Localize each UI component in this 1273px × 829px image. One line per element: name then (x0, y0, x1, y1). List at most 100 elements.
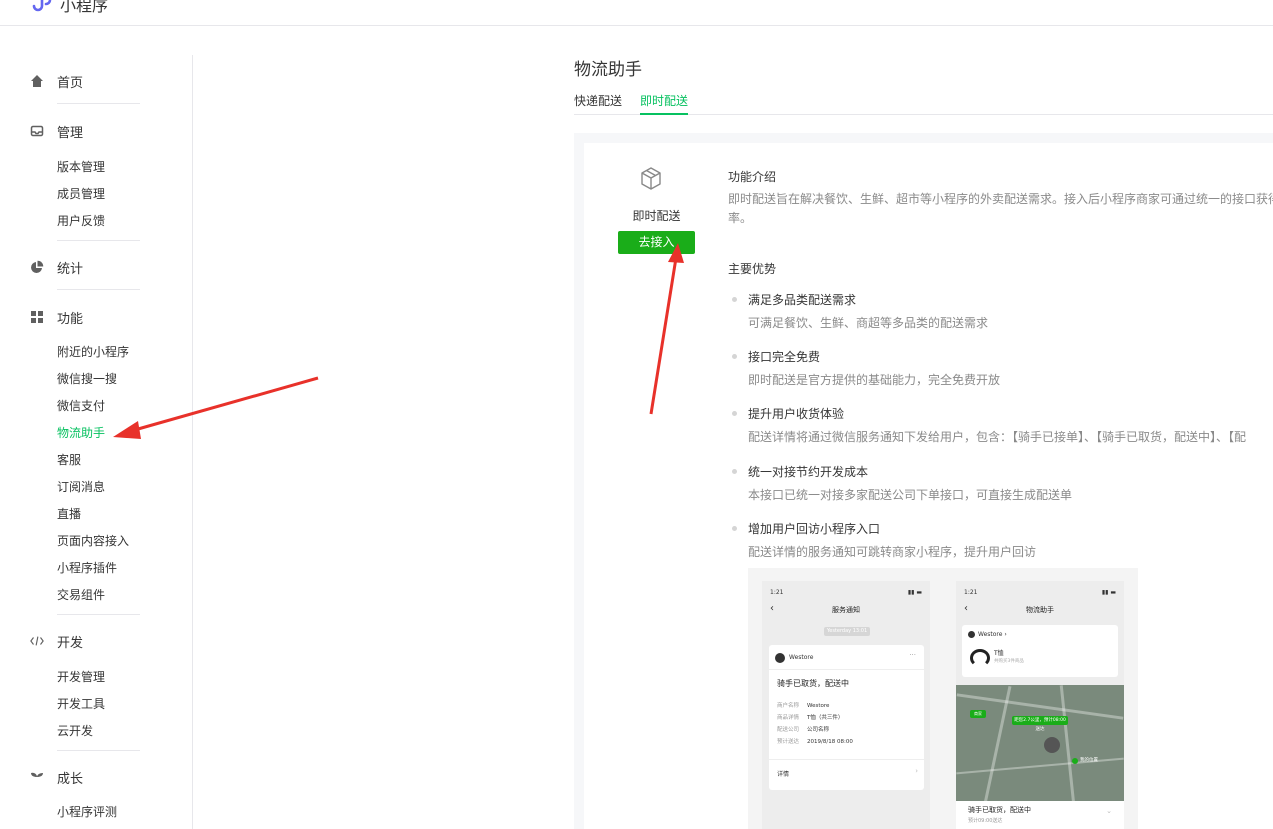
pie-chart-icon (30, 260, 44, 274)
advantages-title: 主要优势 (728, 262, 777, 276)
phone-mockup-notification: 1:21 ▮▮ ▬ ‹ 服务通知 Yesterday 13:01 Westore… (762, 581, 930, 829)
advantage-desc: 可满足餐饮、生鲜、商超等多品类的配送需求 (748, 316, 989, 330)
sidebar-divider (57, 240, 140, 241)
sidebar-item-feedback[interactable]: 用户反馈 (57, 213, 105, 229)
advantage-desc: 配送详情将通过微信服务通知下发给用户，包含：【骑手已接单】、【骑手已取货，配送中… (748, 430, 1247, 444)
rider-status: 骑手已取货，配送中 (968, 806, 1031, 814)
sidebar-divider (57, 614, 140, 615)
sidebar-section-manage[interactable]: 管理 (30, 121, 83, 141)
intro-title: 功能介绍 (728, 170, 777, 184)
intro-text: 即时配送旨在解决餐饮、生鲜、超市等小程序的外卖配送需求。接入后小程序商家可通过统… (728, 190, 1273, 228)
advantage-title: 增加用户回访小程序入口 (748, 522, 881, 536)
notification-headline: 骑手已取货，配送中 (777, 679, 849, 688)
map-pin-me-label: 我的位置 (1080, 758, 1098, 763)
product-image (970, 649, 990, 667)
sidebar-item-plugins[interactable]: 小程序插件 (57, 560, 117, 576)
detail-row: 配送公司 公司名称 (777, 727, 830, 733)
rider-eta: 预计09:00送达 (968, 818, 1003, 824)
app-name: 小程序 (60, 0, 109, 15)
bullet-icon (732, 411, 737, 416)
phone-nav: ‹ 物流助手 (956, 601, 1124, 619)
sidebar-item-home[interactable]: 首页 (30, 71, 83, 91)
chevron-right-icon: › (915, 767, 918, 775)
sidebar-item-dev-tools[interactable]: 开发工具 (57, 696, 105, 712)
battery-icon: ▮▮ ▬ (1101, 589, 1116, 596)
advantage-title: 满足多品类配送需求 (748, 293, 857, 307)
detail-row: 预计送达 2019/8/18 08:00 (777, 739, 853, 745)
sidebar-item-cloud[interactable]: 云开发 (57, 723, 93, 739)
advantage-desc: 本接口已统一对接多家配送公司下单接口，可直接生成配送单 (748, 488, 1073, 502)
bullet-icon (732, 469, 737, 474)
sidebar-item-subscribe[interactable]: 订阅消息 (57, 479, 105, 495)
phone-title: 服务通知 (832, 606, 860, 614)
status-time: 1:21 (770, 589, 784, 596)
sidebar-item-members[interactable]: 成员管理 (57, 186, 105, 202)
advantage-title: 统一对接节约开发成本 (748, 465, 869, 479)
battery-icon: ▮▮ ▬ (907, 589, 922, 596)
service-name: 即时配送 (632, 209, 681, 223)
sidebar-item-nearby[interactable]: 附近的小程序 (57, 344, 129, 360)
sidebar-section-dev[interactable]: 开发 (30, 631, 83, 651)
bullet-icon (732, 297, 737, 302)
inbox-icon (30, 124, 44, 138)
advantage-title: 接口完全免费 (748, 350, 821, 364)
sidebar-item-dev-manage[interactable]: 开发管理 (57, 669, 105, 685)
avatar (775, 653, 785, 663)
brand-name: Westore (789, 654, 814, 661)
bullet-icon (732, 526, 737, 531)
intro-line-1: 即时配送旨在解决餐饮、生鲜、超市等小程序的外卖配送需求。接入后小程序商家可通过统… (728, 192, 1273, 206)
sidebar-divider (57, 103, 140, 104)
tab-bar: 快递配送 即时配送 (574, 92, 1273, 115)
sprout-icon (30, 770, 44, 784)
sidebar-item-service[interactable]: 客服 (57, 452, 81, 468)
date-chip: Yesterday 13:01 (824, 627, 870, 636)
rider-marker (1044, 737, 1060, 753)
sidebar-section-features[interactable]: 功能 (30, 307, 83, 327)
brand-row: Westore › (968, 631, 1007, 638)
phone-nav: ‹ 服务通知 (762, 601, 930, 619)
app-logo[interactable]: 小程序 (28, 0, 108, 16)
code-icon (30, 634, 44, 648)
sidebar-item-version[interactable]: 版本管理 (57, 159, 105, 175)
sidebar-divider (57, 750, 140, 751)
sidebar-item-review[interactable]: 小程序评测 (57, 804, 117, 820)
map-eta-tag: 距您2.7公里，预计08:00送达 (1012, 716, 1068, 732)
chevron-down-icon: ⌄ (1106, 807, 1112, 815)
connect-button[interactable]: 去接入 (618, 231, 695, 254)
map-pin-store: 商家 (970, 710, 986, 718)
map-pin-me (1072, 758, 1078, 764)
sidebar-item-content[interactable]: 页面内容接入 (57, 533, 129, 549)
divider (769, 669, 924, 670)
sidebar: 首页 管理 版本管理 成员管理 用户反馈 统计 功能 附近的小程序 微信搜一搜 … (0, 55, 193, 829)
preview-image: 1:21 ▮▮ ▬ ‹ 服务通知 Yesterday 13:01 Westore… (748, 568, 1138, 829)
sidebar-item-pay[interactable]: 微信支付 (57, 398, 105, 414)
map-view: 商家 距您2.7公里，预计08:00送达 我的位置 (956, 685, 1124, 805)
product-sub: 共购买3件商品 (994, 659, 1024, 664)
sidebar-item-trade[interactable]: 交易组件 (57, 587, 105, 603)
bullet-icon (732, 354, 737, 359)
phone-mockup-logistics: 1:21 ▮▮ ▬ ‹ 物流助手 Westore › T恤 共购买3件商品 商家… (956, 581, 1124, 829)
sidebar-item-stats[interactable]: 统计 (30, 257, 83, 277)
page-title: 物流助手 (574, 60, 642, 80)
home-icon (30, 74, 44, 88)
advantage-desc: 配送详情的服务通知可跳转商家小程序，提升用户回访 (748, 545, 1037, 559)
rider-status-card: 骑手已取货，配送中 预计09:00送达 ⌄ (956, 801, 1124, 829)
tab-express[interactable]: 快递配送 (574, 92, 622, 115)
sidebar-item-logistics[interactable]: 物流助手 (57, 425, 105, 441)
sidebar-item-live[interactable]: 直播 (57, 506, 81, 522)
detail-row: 商品详情 T恤（共三件） (777, 715, 844, 721)
order-card: Westore › T恤 共购买3件商品 (962, 625, 1118, 677)
advantage-title: 提升用户收货体验 (748, 407, 845, 421)
product-name: T恤 (994, 650, 1004, 657)
detail-row: 商户名称 Westore (777, 703, 830, 709)
sidebar-divider (57, 289, 140, 290)
divider (769, 759, 924, 760)
avatar (968, 631, 975, 638)
tab-instant[interactable]: 即时配送 (640, 92, 689, 115)
advantage-desc: 即时配送是官方提供的基础能力，完全免费开放 (748, 373, 1001, 387)
box-icon (641, 167, 661, 190)
sidebar-item-search[interactable]: 微信搜一搜 (57, 371, 117, 387)
intro-line-2: 率。 (728, 211, 753, 225)
status-time: 1:21 (964, 589, 978, 596)
sidebar-section-growth[interactable]: 成长 (30, 767, 83, 787)
